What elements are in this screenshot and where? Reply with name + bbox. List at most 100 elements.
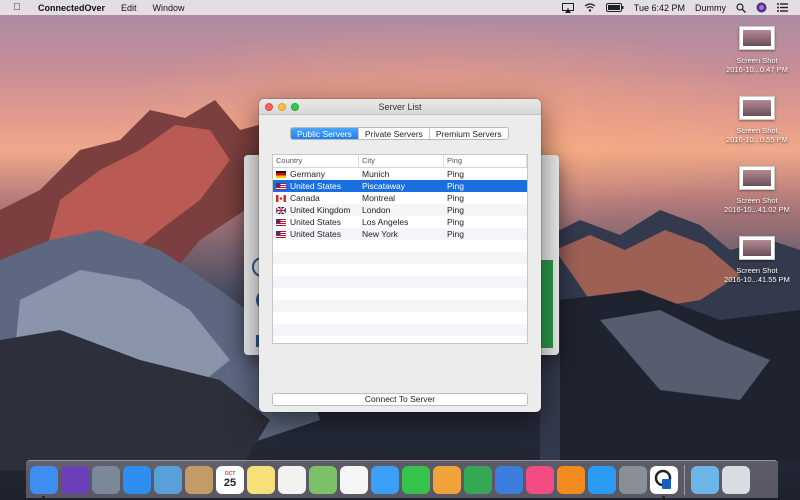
cell-country: United Kingdom [273,205,359,215]
apple-menu-icon[interactable]:  [10,2,24,13]
app-store-icon[interactable] [588,465,616,494]
menu-window[interactable]: Window [153,3,185,13]
table-row[interactable]: United States New York Ping [273,228,527,240]
cell-country: United States [273,217,359,227]
trash-icon[interactable] [722,465,750,494]
numbers-icon[interactable] [464,465,492,494]
facetime-icon[interactable] [402,465,430,494]
tab-premium-servers[interactable]: Premium Servers [430,128,508,139]
downloads-folder-icon[interactable] [691,465,719,494]
screenshot-thumbnail-icon [739,96,775,120]
maps-icon[interactable] [309,465,337,494]
calendar-icon[interactable]: OCT 25 [216,465,244,494]
siri-icon[interactable] [61,465,89,494]
dock: OCT 25 [26,460,778,499]
wifi-icon[interactable] [584,3,596,12]
window-controls [265,103,299,111]
calendar-day: 25 [223,476,237,489]
connectedover-app-icon[interactable] [650,465,678,499]
system-preferences-icon[interactable] [619,465,647,494]
desktop-file-screenshot-2[interactable]: Screen Shot 2016-10...0.55 PM [722,92,792,162]
desktop-file-label: Screen Shot 2016-10...0.55 PM [726,126,788,144]
de-flag-icon [276,170,290,178]
cell-city: Montreal [362,193,396,203]
empty-table-row [273,312,527,324]
desktop-file-screenshot-4[interactable]: Screen Shot 2016-10...41.55 PM [722,232,792,302]
empty-table-row [273,276,527,288]
cell-city: New York [362,229,398,239]
tab-public-servers[interactable]: Public Servers [291,128,359,139]
uk-flag-icon [276,206,290,214]
cell-country: United States [273,181,359,191]
cell-ping[interactable]: Ping [444,181,527,191]
table-body: Germany Munich Ping United States Piscataway… [273,168,527,336]
finder-icon[interactable] [30,465,58,499]
window-titlebar[interactable]: Server List [259,99,541,115]
desktop-file-screenshot-3[interactable]: Screen Shot 2016-10...41.02 PM [722,162,792,232]
cell-city: Los Angeles [362,217,409,227]
pages-icon[interactable] [433,465,461,494]
table-header: Country City Ping [273,155,527,168]
screenshot-thumbnail-icon [739,236,775,260]
desktop-files: Screen Shot 2016-10...0.47 PM Screen Shot… [722,22,792,302]
keynote-icon[interactable] [495,465,523,494]
airplay-icon[interactable] [561,2,574,13]
ibooks-icon[interactable] [557,465,585,494]
siri-menu-icon[interactable] [756,2,767,13]
us-flag-icon [276,182,290,190]
spotlight-search-icon[interactable] [736,2,746,13]
menu-extras: Tue 6:42 PM Dummy [561,2,788,13]
cell-city: Munich [362,169,390,179]
photos-icon[interactable] [340,465,368,494]
cell-ping[interactable]: Ping [444,229,527,239]
safari-icon[interactable] [123,465,151,494]
reminders-icon[interactable] [278,465,306,494]
table-row[interactable]: United States Los Angeles Ping [273,216,527,228]
minimize-button[interactable] [278,103,286,111]
desktop-file-label: Screen Shot 2016-10...41.02 PM [724,196,790,214]
preview-photo-icon[interactable] [154,465,182,494]
cell-ping[interactable]: Ping [444,169,527,179]
notification-center-icon[interactable] [777,3,788,12]
running-indicator [42,495,45,499]
notes-icon[interactable] [247,465,275,494]
screenshot-thumbnail-icon [739,26,775,50]
desktop-file-label: Screen Shot 2016-10...0.47 PM [726,56,788,74]
messages-icon[interactable] [371,465,399,494]
battery-icon[interactable] [605,3,624,12]
column-header-ping[interactable]: Ping [444,155,527,167]
cell-city: Piscataway [362,181,405,191]
itunes-icon[interactable] [526,465,554,494]
table-row[interactable]: Germany Munich Ping [273,168,527,180]
launchpad-icon[interactable] [92,465,120,494]
desktop-file-label: Screen Shot 2016-10...41.55 PM [724,266,790,284]
tab-private-servers[interactable]: Private Servers [359,128,430,139]
server-table: Country City Ping Germany Munich Ping Unite… [272,154,528,344]
us-flag-icon [276,230,290,238]
empty-table-row [273,300,527,312]
menu-clock[interactable]: Tue 6:42 PM [634,3,685,13]
contacts-icon[interactable] [185,465,213,494]
menu-user[interactable]: Dummy [695,3,726,13]
cell-country: Germany [273,169,359,179]
desktop-file-screenshot-1[interactable]: Screen Shot 2016-10...0.47 PM [722,22,792,92]
zoom-button[interactable] [291,103,299,111]
column-header-country[interactable]: Country [273,155,359,167]
column-header-city[interactable]: City [359,155,444,167]
table-row[interactable]: United Kingdom London Ping [273,204,527,216]
connect-to-server-button[interactable]: Connect To Server [272,393,528,406]
close-button[interactable] [265,103,273,111]
cell-ping[interactable]: Ping [444,193,527,203]
menu-app-name[interactable]: ConnectedOver [38,3,105,13]
menu-bar:  ConnectedOver Edit Window Tue 6:42 PM … [0,0,800,15]
cell-country: Canada [273,193,359,203]
cell-country: United States [273,229,359,239]
cell-ping[interactable]: Ping [444,205,527,215]
ca-flag-icon [276,194,290,202]
cell-ping[interactable]: Ping [444,217,527,227]
table-row[interactable]: Canada Montreal Ping [273,192,527,204]
green-panel-art [539,260,553,348]
table-row[interactable]: United States Piscataway Ping [273,180,527,192]
menu-edit[interactable]: Edit [121,3,137,13]
cell-city: London [362,205,391,215]
